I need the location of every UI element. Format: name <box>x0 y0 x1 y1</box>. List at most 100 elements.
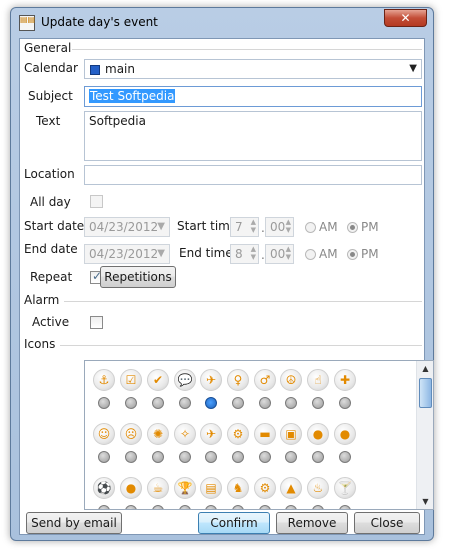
spiral-icon[interactable]: ✺ <box>147 423 169 445</box>
check-icon[interactable]: ✔ <box>147 369 169 391</box>
icon-select-radio[interactable] <box>285 397 297 409</box>
icon-select-radio[interactable] <box>205 505 217 509</box>
icon-select-radio[interactable] <box>285 451 297 463</box>
dialog-body: General Calendar main ▼ Subject Test Sof… <box>19 38 434 535</box>
ball-icon[interactable]: ● <box>120 477 142 499</box>
icon-select-radio[interactable] <box>125 505 137 509</box>
icon-select-radio[interactable] <box>312 397 324 409</box>
start-date-picker[interactable]: 04/23/2012 ▼ <box>84 217 170 237</box>
remove-button[interactable]: Remove <box>276 512 348 534</box>
allday-checkbox[interactable] <box>90 195 103 208</box>
icons-divider <box>60 345 422 346</box>
subject-label: Subject <box>28 89 73 103</box>
scroll-down-icon[interactable]: ▼ <box>418 494 433 509</box>
icon-select-radio[interactable] <box>152 451 164 463</box>
end-minute-spinner[interactable]: 00 ▲ ▼ <box>265 244 294 264</box>
icon-select-radio[interactable] <box>259 505 271 509</box>
end-date-picker[interactable]: 04/23/2012 ▼ <box>84 244 170 264</box>
icon-select-radio[interactable] <box>285 505 297 509</box>
anchor-icon[interactable]: ⚓ <box>93 369 115 391</box>
icon-select-radio[interactable] <box>312 505 324 509</box>
window-close-button[interactable]: ✕ <box>384 9 427 27</box>
ship-icon[interactable]: ▲ <box>280 477 302 499</box>
scroll-thumb[interactable] <box>419 378 432 408</box>
icon-select-radio[interactable] <box>339 397 351 409</box>
runner-icon[interactable]: ♞ <box>227 477 249 499</box>
repetitions-button[interactable]: Repetitions <box>100 266 176 288</box>
icon-select-radio[interactable] <box>312 451 324 463</box>
end-pm-radio[interactable] <box>347 249 358 260</box>
icon-select-radio[interactable] <box>98 505 110 509</box>
icon-select-radio[interactable] <box>125 451 137 463</box>
hand-icon[interactable]: ☝ <box>307 369 329 391</box>
trophy-icon[interactable]: 🏆 <box>174 477 196 499</box>
smile-icon[interactable]: ☺ <box>93 423 115 445</box>
spinner-arrows-icon: ▲ ▼ <box>250 218 256 234</box>
close-button[interactable]: Close <box>354 512 420 534</box>
confirm-button[interactable]: Confirm <box>198 512 270 534</box>
sad-icon[interactable]: ☹ <box>120 423 142 445</box>
icon-select-radio[interactable] <box>152 505 164 509</box>
subject-input[interactable]: Test Softpedia <box>84 86 422 107</box>
bus-icon[interactable]: ▣ <box>280 423 302 445</box>
calendar-value: main <box>105 62 135 76</box>
car-icon[interactable]: ▬ <box>254 423 276 445</box>
cyclist-icon[interactable]: ⚙ <box>254 477 276 499</box>
cake-icon[interactable]: ♨ <box>307 477 329 499</box>
end-am-radio[interactable] <box>305 249 316 260</box>
icon-select-radio[interactable] <box>98 397 110 409</box>
football-icon[interactable]: ● <box>334 423 356 445</box>
title-bar[interactable]: ▤▤ Update day's event ✕ <box>11 8 433 38</box>
icon-select-radio[interactable] <box>259 397 271 409</box>
icon-select-radio[interactable] <box>205 397 217 409</box>
end-date-value: 04/23/2012 <box>89 247 159 261</box>
start-minute-spinner[interactable]: 00 ▲ ▼ <box>265 217 294 237</box>
icon-select-radio[interactable] <box>232 397 244 409</box>
icon-select-radio[interactable] <box>152 397 164 409</box>
sparkle-icon[interactable]: ✧ <box>174 423 196 445</box>
icon-select-radio[interactable] <box>179 451 191 463</box>
icon-picker-scrollbar[interactable]: ▲ ▼ <box>416 361 433 509</box>
start-time-label: Start time <box>177 219 238 233</box>
soccer-icon[interactable]: ⚽ <box>93 477 115 499</box>
alarm-active-checkbox[interactable] <box>90 316 103 329</box>
start-hour-spinner[interactable]: 7 ▲ ▼ <box>230 217 259 237</box>
checklist-icon[interactable]: ☑ <box>120 369 142 391</box>
plane-icon[interactable]: ✈ <box>200 423 222 445</box>
location-input[interactable] <box>84 165 422 185</box>
end-hour-spinner[interactable]: 8 ▲ ▼ <box>230 244 259 264</box>
cocktail-icon[interactable]: 🍸 <box>334 477 356 499</box>
text-area[interactable]: Softpedia <box>84 111 422 161</box>
general-section-label: General <box>24 41 72 55</box>
icon-select-radio[interactable] <box>259 451 271 463</box>
icon-select-radio[interactable] <box>179 505 191 509</box>
calendar-dropdown[interactable]: main ▼ <box>84 59 422 79</box>
male-icon[interactable]: ♂ <box>254 369 276 391</box>
start-am-label: AM <box>319 220 338 234</box>
start-am-radio[interactable] <box>305 222 316 233</box>
bicycle-icon[interactable]: ⚙ <box>227 423 249 445</box>
icon-select-radio[interactable] <box>232 451 244 463</box>
scroll-up-icon[interactable]: ▲ <box>418 361 433 376</box>
allday-label: All day <box>30 195 71 209</box>
peace-icon[interactable]: ☮ <box>280 369 302 391</box>
app-icon: ▤▤ <box>19 15 35 31</box>
icon-select-radio[interactable] <box>339 451 351 463</box>
female-icon[interactable]: ♀ <box>227 369 249 391</box>
icon-select-radio[interactable] <box>179 397 191 409</box>
puzzle-icon[interactable]: ✚ <box>334 369 356 391</box>
basketball-icon[interactable]: ● <box>307 423 329 445</box>
icon-select-radio[interactable] <box>339 505 351 509</box>
icon-select-radio[interactable] <box>98 451 110 463</box>
icon-select-radio[interactable] <box>125 397 137 409</box>
send-by-email-button[interactable]: Send by email <box>26 512 122 534</box>
airplane-icon[interactable]: ✈ <box>200 369 222 391</box>
icon-select-radio[interactable] <box>232 505 244 509</box>
coffee-icon[interactable]: ☕ <box>147 477 169 499</box>
chat-icon[interactable]: 💬 <box>174 369 196 391</box>
icon-select-radio[interactable] <box>205 451 217 463</box>
end-am-label: AM <box>319 247 338 261</box>
end-hour-value: 8 <box>235 247 243 261</box>
clapper-icon[interactable]: ▤ <box>200 477 222 499</box>
start-pm-radio[interactable] <box>347 222 358 233</box>
